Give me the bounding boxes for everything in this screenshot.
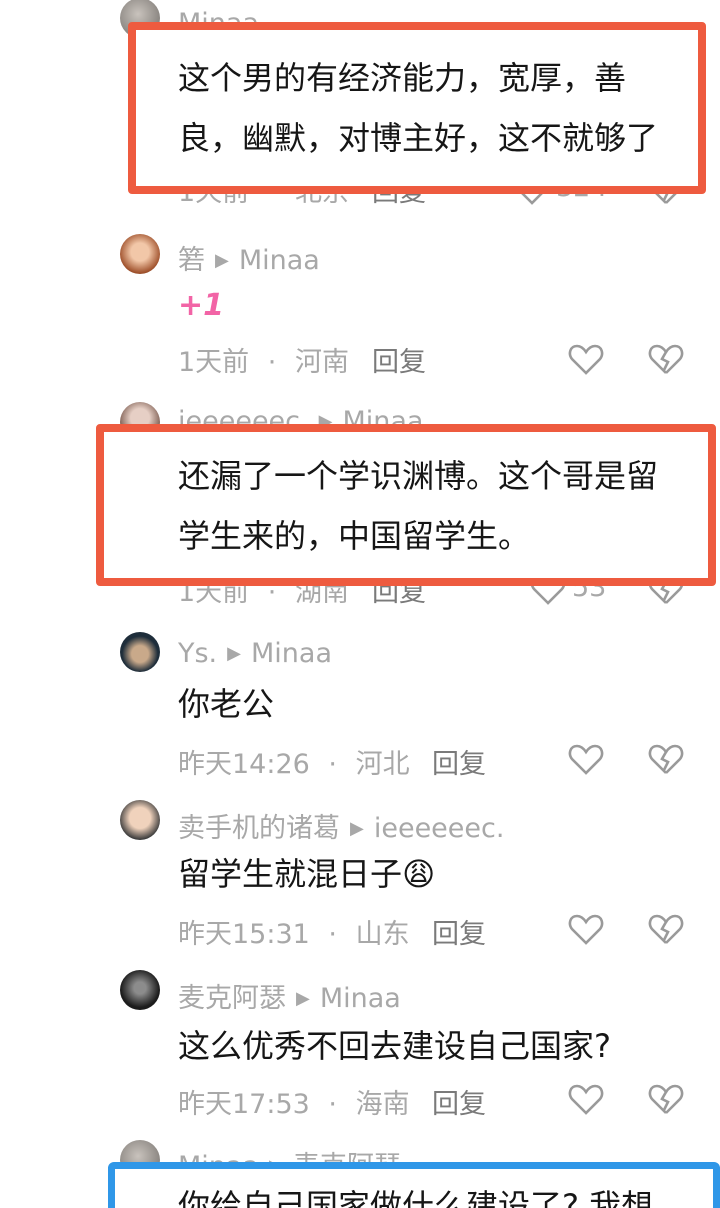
comment-footer: 昨天17:53 · 海南 [178, 1082, 410, 1121]
reply-button[interactable]: 回复 [432, 1082, 486, 1121]
comment-text-line: 还漏了一个学识渊博。这个哥是留 [178, 457, 659, 495]
heart-icon[interactable] [568, 1082, 604, 1116]
avatar[interactable] [120, 800, 160, 840]
reply-to-user[interactable]: ieeeeeec. [374, 813, 505, 844]
play-triangle-icon: ▶ [350, 818, 364, 839]
play-triangle-icon: ▶ [227, 643, 241, 664]
broken-heart-icon[interactable] [648, 742, 684, 776]
comment-footer: 1天前 · 河南 [178, 340, 349, 379]
play-triangle-icon: ▶ [215, 250, 229, 271]
comment-text-line: 这个男的有经济能力，宽厚，善 [178, 59, 627, 97]
reply-button[interactable]: 回复 [432, 912, 486, 951]
comment-text-body: 留学生就混日子 [178, 855, 403, 893]
comment-item: Minaa 1天前 · 北京 回复 324 这个男的有经济能力，宽厚，善 良，幽… [0, 0, 720, 220]
separator: · [267, 347, 277, 378]
comment-item: 麦克阿瑟 ▶ Minaa 这么优秀不回去建设自己国家? 昨天17:53 · 海南 回… [0, 960, 720, 1130]
avatar[interactable] [120, 970, 160, 1010]
comment-time: 昨天14:26 [178, 749, 310, 780]
broken-heart-icon[interactable] [648, 1082, 684, 1116]
avatar[interactable] [120, 632, 160, 672]
comment-author[interactable]: 卖手机的诸葛 [178, 813, 340, 844]
reply-to-user[interactable]: Minaa [320, 983, 401, 1014]
comment-item: Ys. ▶ Minaa 你老公 昨天14:26 · 河北 回复 [0, 630, 720, 790]
comment-time: 昨天17:53 [178, 1089, 310, 1120]
comment-item: ieeeeeec. ▶ Minaa 1天前 · 湖南 回复 53 还漏了一个学识渊博… [0, 400, 720, 630]
comment-item: 卖手机的诸葛 ▶ ieeeeeec. 留学生就混日子😩 昨天15:31 · 山东 回… [0, 790, 720, 960]
broken-heart-icon[interactable] [648, 912, 684, 946]
comment-text: 这个男的有经济能力，宽厚，善 良，幽默，对博主好，这不就够了 [178, 48, 658, 168]
comment-location: 海南 [355, 1089, 410, 1120]
comment-author[interactable]: Ys. [178, 638, 217, 669]
comment-time: 1天前 [178, 347, 250, 378]
comment-author[interactable]: 麦克阿瑟 [178, 983, 286, 1014]
reply-header: Ys. ▶ Minaa [178, 638, 332, 669]
comment-text-line: 良，幽默，对博主好，这不就够了 [178, 119, 659, 157]
comment-item: 箬 ▶ Minaa +1 1天前 · 河南 回复 [0, 220, 720, 400]
separator: · [328, 1089, 337, 1120]
comment-location: 山东 [355, 919, 410, 950]
reply-button[interactable]: 回复 [432, 742, 486, 781]
heart-icon[interactable] [568, 342, 604, 376]
reply-header: 麦克阿瑟 ▶ Minaa [178, 976, 401, 1015]
comment-author[interactable]: 箬 [178, 245, 205, 276]
comment-text: +1 [178, 288, 225, 323]
comment-text: 你老公 [178, 685, 275, 723]
separator: · [328, 749, 337, 780]
avatar[interactable] [120, 234, 160, 274]
comment-time: 昨天15:31 [178, 919, 310, 950]
comment-text: 还漏了一个学识渊博。这个哥是留 学生来的，中国留学生。 [178, 446, 658, 566]
play-triangle-icon: ▶ [296, 988, 310, 1009]
reply-to-user[interactable]: Minaa [251, 638, 332, 669]
reply-to-user[interactable]: Minaa [239, 245, 320, 276]
heart-icon[interactable] [568, 912, 604, 946]
comment-text-line: 学生来的，中国留学生。 [178, 517, 531, 555]
comment-text: 这么优秀不回去建设自己国家? [178, 1027, 611, 1065]
comment-footer: 昨天15:31 · 山东 [178, 912, 410, 951]
reply-header: 卖手机的诸葛 ▶ ieeeeeec. [178, 806, 504, 845]
reply-button[interactable]: 回复 [372, 340, 426, 379]
comment-text: 留学生就混日子😩 [178, 844, 435, 904]
comment-location: 河北 [355, 749, 410, 780]
comment-location: 河南 [294, 347, 349, 378]
broken-heart-icon[interactable] [648, 342, 684, 376]
comment-text: 你给自己国家做什么建设了? 我想 [178, 1187, 654, 1208]
reply-header: 箬 ▶ Minaa [178, 238, 320, 277]
separator: · [328, 919, 337, 950]
sad-face-emoji: 😩 [402, 855, 436, 893]
heart-icon[interactable] [568, 742, 604, 776]
comment-footer: 昨天14:26 · 河北 [178, 742, 410, 781]
comment-item: Minaa▶麦克阿瑟 你给自己国家做什么建设了? 我想 [0, 1130, 720, 1208]
